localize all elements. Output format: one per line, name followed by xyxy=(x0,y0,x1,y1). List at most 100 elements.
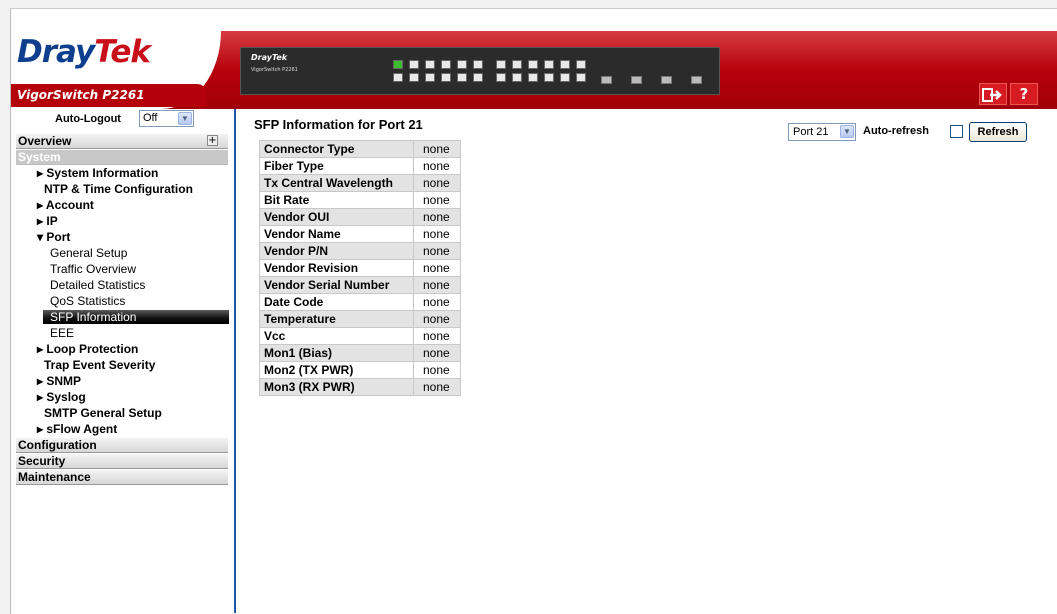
logo-tek-text: Tek xyxy=(94,34,151,70)
auto-refresh-checkbox[interactable] xyxy=(950,125,963,138)
port-select[interactable]: Port 21 ▼ xyxy=(788,123,856,141)
sfp-port-icon xyxy=(631,76,642,84)
table-row: Vcc none xyxy=(259,327,461,345)
expand-plus-icon[interactable]: + xyxy=(207,135,218,146)
ethernet-port-icon xyxy=(496,60,506,69)
menu-category-label: Security xyxy=(18,454,66,468)
table-row: Fiber Type none xyxy=(259,157,461,175)
menu-item-system-information[interactable]: ▸ System Information xyxy=(37,166,158,180)
sfp-field-name: Vendor Serial Number xyxy=(259,276,414,294)
sfp-field-value: none xyxy=(413,310,461,328)
table-row: Vendor P/N none xyxy=(259,242,461,260)
sfp-port-icon xyxy=(601,76,612,84)
sfp-info-table: Connector Type none Fiber Type none Tx Centr… xyxy=(259,140,461,396)
ethernet-port-icon xyxy=(457,60,467,69)
ethernet-port-icon xyxy=(560,60,570,69)
port-select-value: Port 21 xyxy=(793,126,829,138)
table-row: Connector Type none xyxy=(259,140,461,158)
menu-category-label: Maintenance xyxy=(18,470,91,484)
sfp-field-value: none xyxy=(413,208,461,226)
menu-item-traffic-overview[interactable]: Traffic Overview xyxy=(50,262,136,276)
ethernet-port-icon xyxy=(576,73,586,82)
menu-item-account[interactable]: ▸ Account xyxy=(37,198,94,212)
sfp-port-icon xyxy=(661,76,672,84)
sfp-field-name: Mon3 (RX PWR) xyxy=(259,378,414,396)
ethernet-port-icon xyxy=(544,60,554,69)
ethernet-port-icon xyxy=(409,60,419,69)
sfp-field-name: Temperature xyxy=(259,310,414,328)
ethernet-port-icon xyxy=(528,60,538,69)
sfp-field-name: Date Code xyxy=(259,293,414,311)
auto-logout-select[interactable]: Off ▼ xyxy=(139,110,194,127)
menu-item-sfp-information[interactable]: SFP Information xyxy=(43,310,229,324)
header-banner: DrayTek VigorSwitch P2261 DrayTek VigorS… xyxy=(11,31,1057,109)
menu-item-port[interactable]: ▾ Port xyxy=(37,230,70,244)
menu-item-syslog[interactable]: ▸ Syslog xyxy=(37,390,86,404)
sfp-field-value: none xyxy=(413,276,461,294)
sfp-field-value: none xyxy=(413,140,461,158)
switch-front-panel-image: DrayTek VigorSwitch P2261 xyxy=(240,47,720,95)
sfp-field-value: none xyxy=(413,361,461,379)
sfp-field-value: none xyxy=(413,174,461,192)
menu-category-maintenance[interactable]: Maintenance xyxy=(16,470,228,485)
sfp-field-value: none xyxy=(413,378,461,396)
sfp-field-value: none xyxy=(413,259,461,277)
sfp-field-value: none xyxy=(413,344,461,362)
menu-item-detailed-statistics[interactable]: Detailed Statistics xyxy=(50,278,145,292)
menu-item-trap-event-severity[interactable]: Trap Event Severity xyxy=(44,358,155,372)
draytek-logo: DrayTek xyxy=(17,34,151,70)
sfp-field-name: Mon1 (Bias) xyxy=(259,344,414,362)
menu-item-eee[interactable]: EEE xyxy=(50,326,74,340)
logout-button[interactable] xyxy=(979,83,1007,105)
menu-item-loop-protection[interactable]: ▸ Loop Protection xyxy=(37,342,138,356)
menu-category-label: Configuration xyxy=(18,438,97,452)
menu-item-smtp-general-setup[interactable]: SMTP General Setup xyxy=(44,406,162,420)
sfp-field-name: Connector Type xyxy=(259,140,414,158)
menu-item-general-setup[interactable]: General Setup xyxy=(50,246,127,260)
ethernet-port-icon xyxy=(473,60,483,69)
page-title: SFP Information for Port 21 xyxy=(254,117,423,132)
menu-category-system[interactable]: System xyxy=(16,150,228,165)
menu-item-ntp[interactable]: NTP & Time Configuration xyxy=(44,182,193,196)
menu-category-overview[interactable]: Overview + xyxy=(16,134,228,149)
auto-refresh-label: Auto-refresh xyxy=(863,125,930,137)
sfp-field-name: Bit Rate xyxy=(259,191,414,209)
table-row: Date Code none xyxy=(259,293,461,311)
sfp-field-name: Mon2 (TX PWR) xyxy=(259,361,414,379)
model-name: VigorSwitch P2261 xyxy=(17,88,145,102)
ethernet-port-icon xyxy=(441,60,451,69)
refresh-button[interactable]: Refresh xyxy=(969,122,1027,142)
ethernet-port-icon xyxy=(544,73,554,82)
menu-category-security[interactable]: Security xyxy=(16,454,228,469)
help-button[interactable]: ? xyxy=(1010,83,1038,105)
sfp-field-value: none xyxy=(413,293,461,311)
ethernet-port-icon xyxy=(457,73,467,82)
ethernet-port-icon xyxy=(528,73,538,82)
sfp-table-body: Connector Type none Fiber Type none Tx Centr… xyxy=(259,140,461,396)
menu-item-qos-statistics[interactable]: QoS Statistics xyxy=(50,294,125,308)
table-row: Bit Rate none xyxy=(259,191,461,209)
auto-logout-value: Off xyxy=(143,112,158,124)
menu-item-ip[interactable]: ▸ IP xyxy=(37,214,58,228)
table-row: Vendor Name none xyxy=(259,225,461,243)
sfp-field-value: none xyxy=(413,225,461,243)
sfp-port-icon xyxy=(691,76,702,84)
app-frame: DrayTek VigorSwitch P2261 DrayTek VigorS… xyxy=(10,8,1057,614)
logout-icon xyxy=(982,88,1002,102)
ethernet-port-icon xyxy=(512,73,522,82)
ethernet-port-icon xyxy=(496,73,506,82)
table-row: Tx Central Wavelength none xyxy=(259,174,461,192)
device-brand: DrayTek xyxy=(251,53,288,62)
sidebar-divider xyxy=(234,109,236,613)
sfp-field-name: Vendor OUI xyxy=(259,208,414,226)
ethernet-port-icon xyxy=(393,73,403,82)
menu-item-sflow-agent[interactable]: ▸ sFlow Agent xyxy=(37,422,117,436)
ethernet-port-icon xyxy=(409,73,419,82)
sfp-field-value: none xyxy=(413,242,461,260)
menu-category-configuration[interactable]: Configuration xyxy=(16,438,228,453)
ethernet-port-icon xyxy=(560,73,570,82)
sfp-field-name: Vendor P/N xyxy=(259,242,414,260)
table-row: Temperature none xyxy=(259,310,461,328)
menu-item-snmp[interactable]: ▸ SNMP xyxy=(37,374,81,388)
auto-logout-label: Auto-Logout xyxy=(55,113,121,125)
